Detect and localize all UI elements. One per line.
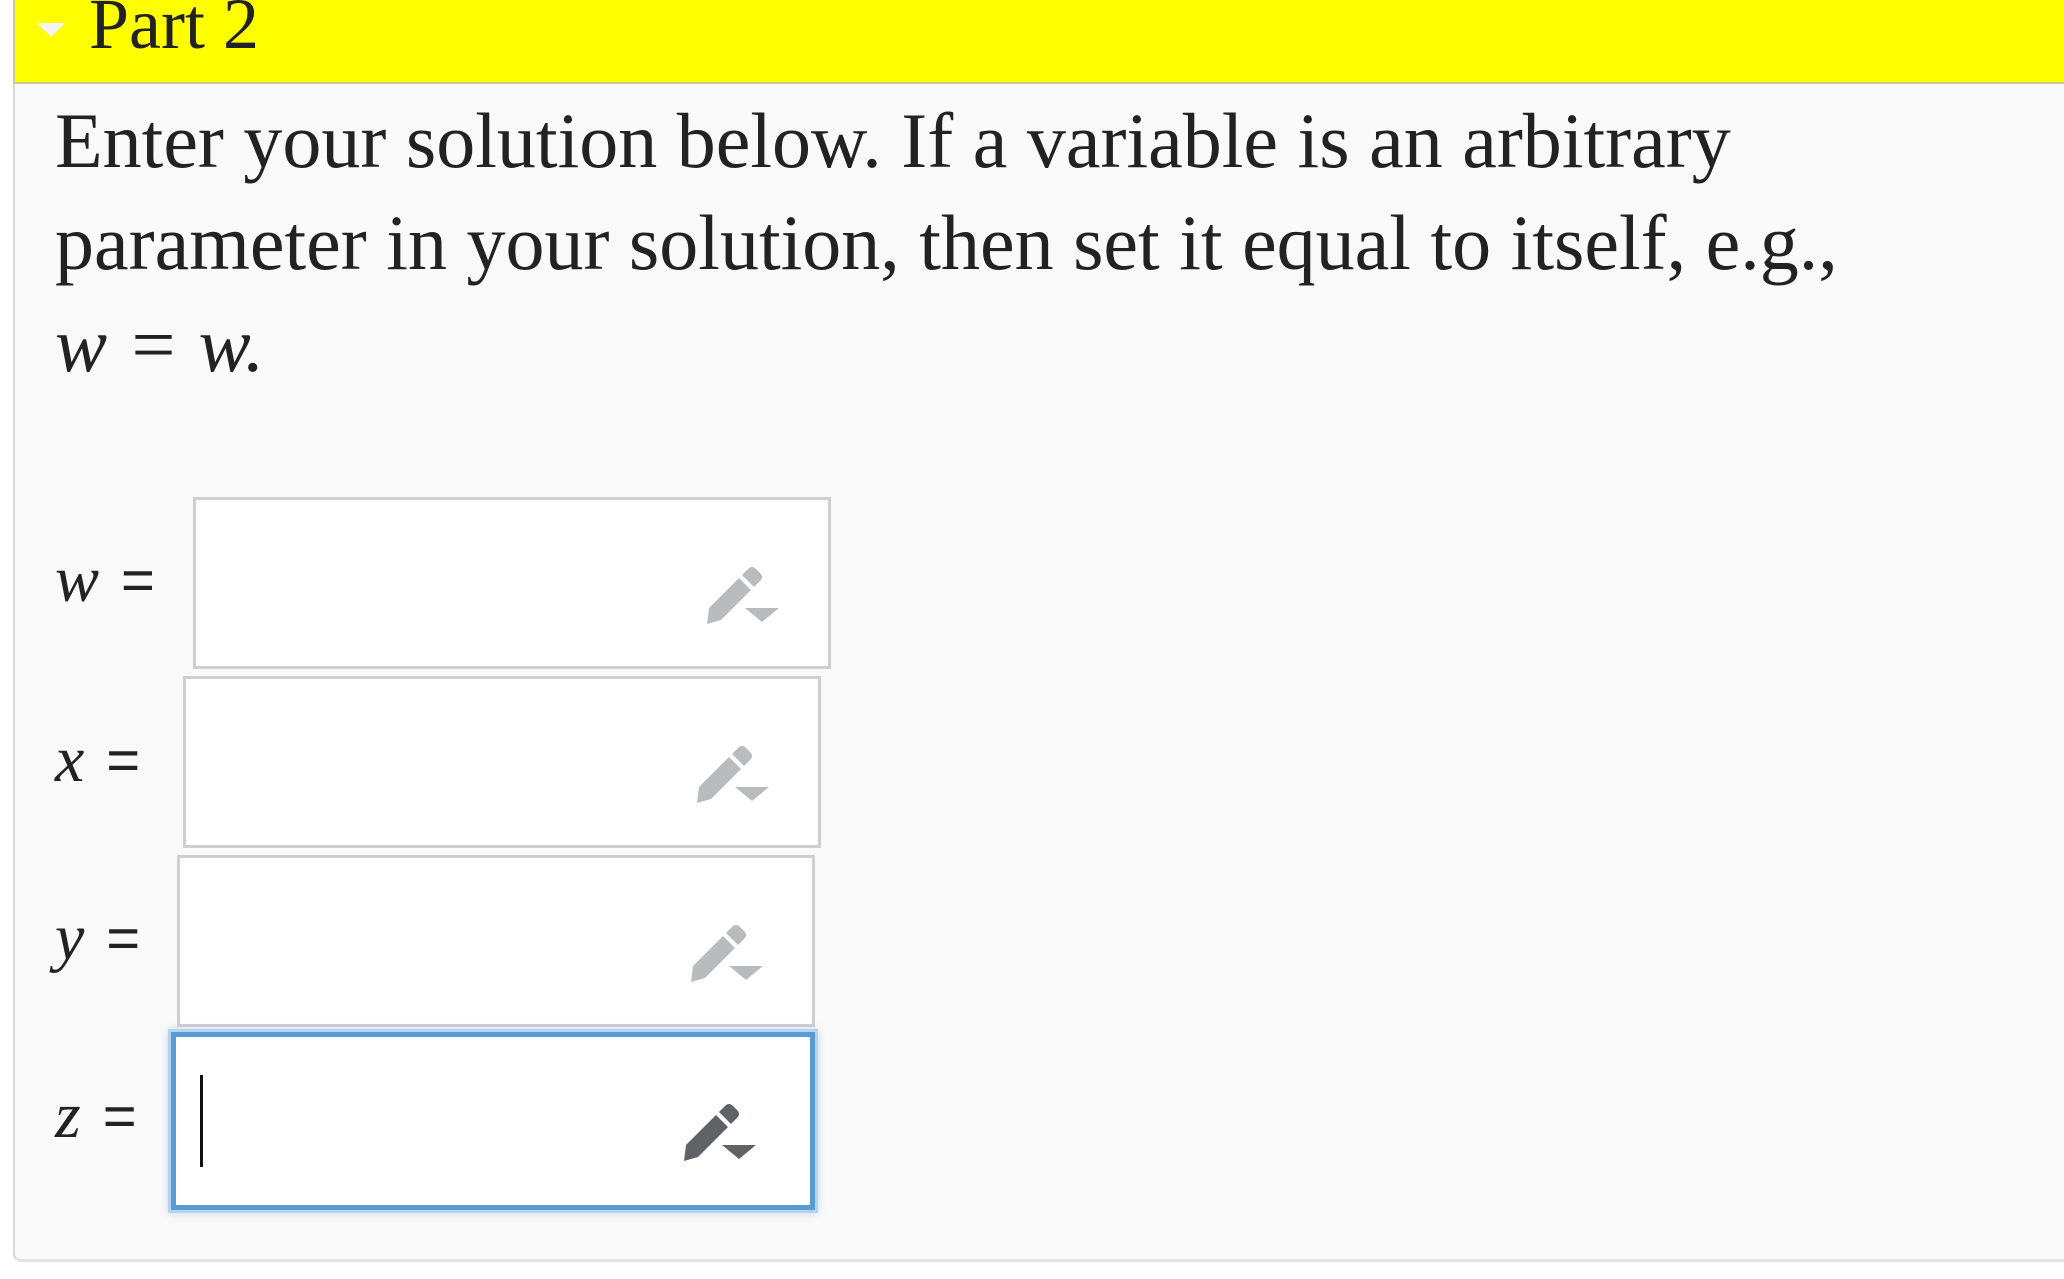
equals-sign: = <box>106 727 141 793</box>
answer-input-w[interactable] <box>193 497 831 669</box>
variable-name: z <box>55 1079 81 1152</box>
variable-label-w: w = <box>55 542 195 618</box>
instructions-example: w = w. <box>55 301 265 388</box>
instructions-line-1: Enter your solution below. If a variable… <box>55 97 1731 184</box>
chevron-down-icon[interactable] <box>37 23 65 37</box>
equals-sign: = <box>121 547 155 613</box>
equation-row-y: y = <box>55 900 195 976</box>
equals-sign: = <box>102 1083 137 1149</box>
instructions-text: Enter your solution below. If a variable… <box>55 90 2005 396</box>
part-header[interactable]: Part 2 <box>13 0 2064 84</box>
text-cursor <box>200 1075 203 1167</box>
variable-label-x: x = <box>55 722 195 798</box>
variable-name: w <box>55 543 100 616</box>
variable-name: x <box>55 723 85 796</box>
variable-name: y <box>55 901 85 974</box>
answer-input-y[interactable] <box>177 855 815 1027</box>
equation-row-w: w = <box>55 542 195 618</box>
equals-sign: = <box>106 905 141 971</box>
part-title: Part 2 <box>89 0 259 64</box>
answer-input-z[interactable] <box>171 1032 815 1210</box>
equation-row-x: x = <box>55 722 195 798</box>
instructions-line-2: parameter in your solution, then set it … <box>55 199 1838 286</box>
answer-input-x[interactable] <box>183 676 821 848</box>
pencil-dropdown-icon[interactable] <box>691 729 781 809</box>
variable-label-y: y = <box>55 900 195 976</box>
pencil-dropdown-icon[interactable] <box>678 1087 768 1167</box>
pencil-dropdown-icon[interactable] <box>685 908 775 988</box>
pencil-dropdown-icon[interactable] <box>701 550 791 630</box>
